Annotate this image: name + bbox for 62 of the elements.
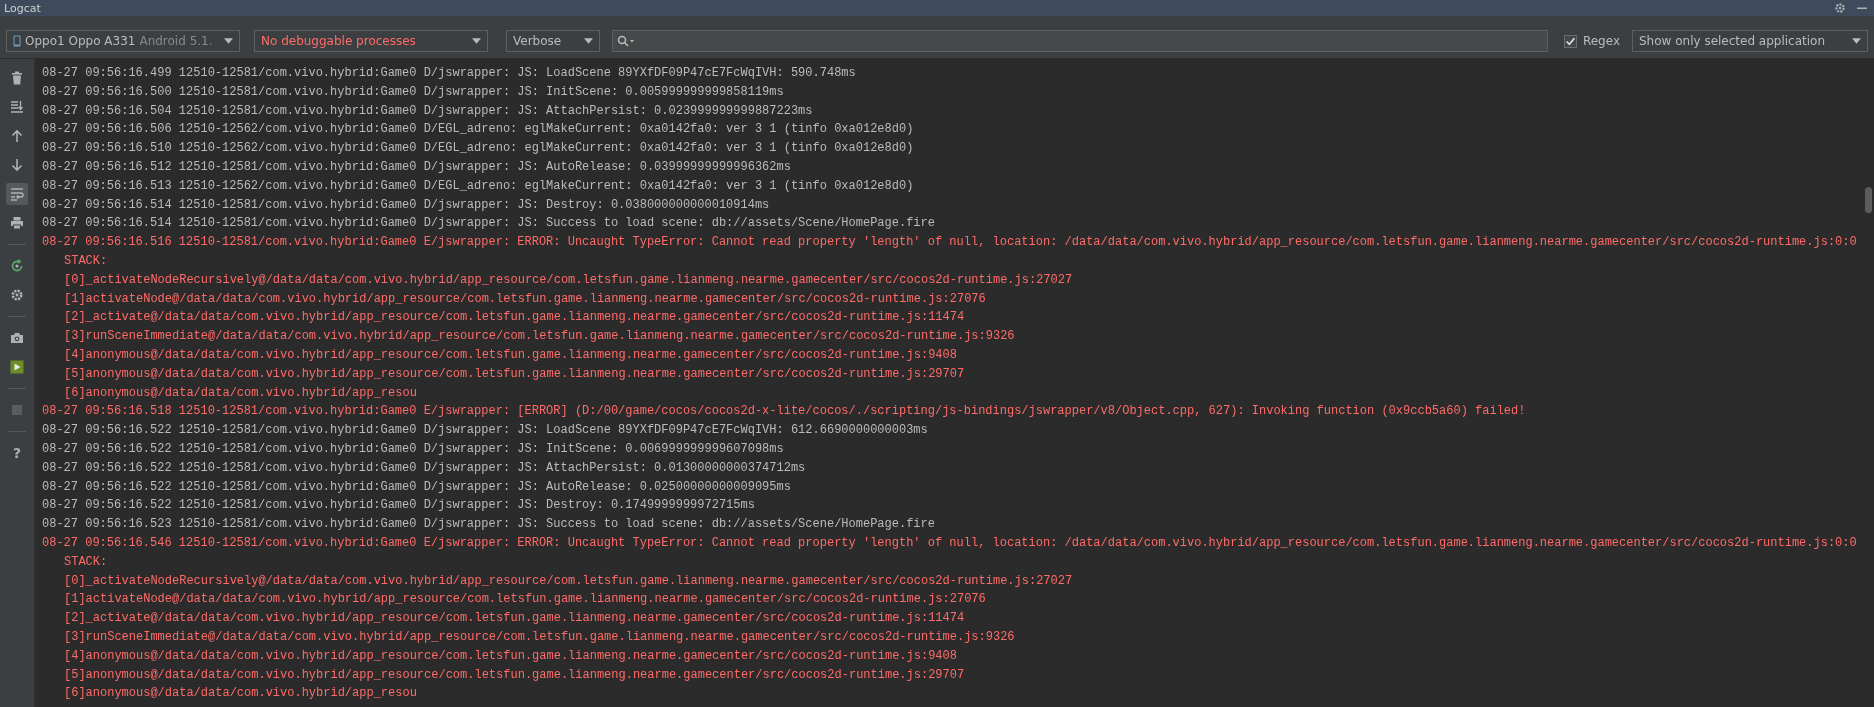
scroll-to-end-icon [10, 100, 24, 114]
log-line: 08-27 09:56:16.518 12510-12581/com.vivo.hybrid:Game0 E/jswrapper: [ERROR] (D:/00/game/cocos/cocos2d-x-lite/cocos/./scripting/js-bindings/jswrapper/v8/Object.cpp, 627): Invoking function (0x9ccb5a60) failed! [42, 403, 1526, 421]
log-line: 08-27 09:56:16.514 12510-12581/com.vivo.hybrid:Game0 D/jswrapper: JS: Destroy: 0.038000000000010914ms [42, 196, 770, 214]
trash-icon [10, 71, 24, 85]
log-line: 08-27 09:56:16.514 12510-12581/com.vivo.hybrid:Game0 D/jswrapper: JS: Success to load scene: db://assets/Scene/HomePage.fire [42, 215, 935, 233]
soft-wrap-icon [10, 187, 24, 201]
camera-icon [10, 331, 24, 345]
filter-dropdown[interactable]: Show only selected application [1632, 30, 1868, 52]
log-line: STACK: [64, 553, 108, 571]
log-line: 08-27 09:56:16.512 12510-12581/com.vivo.hybrid:Game0 D/jswrapper: JS: AutoRelease: 0.03999999999996362ms [42, 159, 791, 176]
log-line: [5]anonymous@/data/data/com.vivo.hybrid/app_resource/com.letsfun.game.lianmeng.nearme.gamecenter/src/cocos2d-runtime.js:29707 [64, 666, 965, 684]
regex-checkbox[interactable] [1563, 34, 1577, 48]
log-line: 08-27 09:56:16.513 12510-12562/com.vivo.hybrid:Game0 D/EGL_adreno: eglMakeCurrent: 0xa0142fa0: ver 3 1 (tinfo 0xa012e8d0) [42, 177, 914, 195]
stop-icon [10, 403, 24, 417]
log-line: 08-27 09:56:16.522 12510-12581/com.vivo.hybrid:Game0 D/jswrapper: JS: AutoRelease: 0.02500000000009095ms [42, 478, 791, 496]
up-arrow-icon [10, 129, 24, 143]
caret-icon [472, 38, 481, 44]
log-line: 08-27 09:56:16.522 12510-12581/com.vivo.hybrid:Game0 D/jswrapper: JS: Destroy: 0.1749999999972715ms [42, 497, 755, 515]
log-line: [1]activateNode@/data/data/com.vivo.hybrid/app_resource/com.letsfun.game.lianmeng.nearme.gamecenter/src/cocos2d-runtime.js:27076 [64, 591, 986, 609]
log-level-dropdown[interactable]: Verbose [506, 30, 600, 52]
log-line: [4]anonymous@/data/data/com.vivo.hybrid/app_resource/com.letsfun.game.lianmeng.nearme.gamecenter/src/cocos2d-runtime.js:9408 [64, 346, 957, 364]
log-line: 08-27 09:56:16.506 12510-12562/com.vivo.hybrid:Game0 D/EGL_adreno: eglMakeCurrent: 0xa0142fa0: ver 3 1 (tinfo 0xa012e8d0) [42, 121, 914, 139]
log-line: [6]anonymous@/data/data/com.vivo.hybrid/app_resou [64, 384, 417, 402]
screen-record-icon [10, 360, 24, 374]
caret-icon [1852, 38, 1861, 44]
log-line: 08-27 09:56:16.510 12510-12562/com.vivo.hybrid:Game0 D/EGL_adreno: eglMakeCurrent: 0xa0142fa0: ver 3 1 (tinfo 0xa012e8d0) [42, 140, 914, 158]
regex-label: Regex [1582, 34, 1620, 48]
search-field[interactable] [612, 30, 1548, 52]
log-line: [3]runSceneImmediate@/data/data/com.vivo.hybrid/app_resource/com.letsfun.game.lianmeng.nearme.gamecenter/src/cocos2d-runtime.js:9326 [64, 628, 1015, 646]
settings-icon[interactable] [1834, 2, 1846, 14]
log-line: [0]_activateNodeRecursively@/data/data/com.vivo.hybrid/app_resource/com.letsfun.game.lianmeng.nearme.gamecenter/src/cocos2d-runtime.js:27027 [64, 572, 1073, 590]
log-line: [2]_activate@/data/data/com.vivo.hybrid/app_resource/com.letsfun.game.lianmeng.nearme.gamecenter/src/cocos2d-runtime.js:11474 [64, 610, 965, 628]
log-line: [4]anonymous@/data/data/com.vivo.hybrid/app_resource/com.letsfun.game.lianmeng.nearme.gamecenter/src/cocos2d-runtime.js:9408 [64, 647, 957, 665]
log-line: [2]_activate@/data/data/com.vivo.hybrid/app_resource/com.letsfun.game.lianmeng.nearme.gamecenter/src/cocos2d-runtime.js:11474 [64, 309, 965, 327]
log-line: 08-27 09:56:16.522 12510-12581/com.vivo.hybrid:Game0 D/jswrapper: JS: AttachPersist: 0.01300000000374712ms [42, 459, 806, 477]
log-line: 08-27 09:56:16.516 12510-12581/com.vivo.hybrid:Game0 E/jswrapper: ERROR: Uncaught TypeError: Cannot read property 'length' of null, location: /data/data/com.vivo.hybrid/app_resource/com.letsfun.game.lianmeng.nearme.gamecenter/src/cocos2d-runtime.js:0:0 [42, 234, 1857, 252]
log-line: 08-27 09:56:16.500 12510-12581/com.vivo.hybrid:Game0 D/jswrapper: JS: InitScene: 0.005999999999858119ms [42, 83, 784, 101]
printer-icon [10, 216, 24, 230]
caret-icon [584, 38, 593, 44]
log-line: [1]activateNode@/data/data/com.vivo.hybrid/app_resource/com.letsfun.game.lianmeng.nearme.gamecenter/src/cocos2d-runtime.js:27076 [64, 290, 986, 308]
device-dropdown[interactable]: Oppo1 Oppo A331 Android 5.1. [6, 30, 240, 52]
log-line: 08-27 09:56:16.504 12510-12581/com.vivo.hybrid:Game0 D/jswrapper: JS: AttachPersist: 0.023999999999887223ms [42, 102, 813, 120]
down-arrow-icon [10, 158, 24, 172]
phone-icon [13, 35, 21, 47]
restart-icon [10, 259, 24, 273]
scrollbar-thumb[interactable] [1865, 187, 1872, 213]
caret-icon [224, 38, 233, 44]
log-line: 08-27 09:56:16.522 12510-12581/com.vivo.hybrid:Game0 D/jswrapper: JS: InitScene: 0.006999999999607098ms [42, 440, 784, 458]
log-line: [3]runSceneImmediate@/data/data/com.vivo.hybrid/app_resource/com.letsfun.game.lianmeng.nearme.gamecenter/src/cocos2d-runtime.js:9326 [64, 328, 1015, 346]
panel-title: Logcat [4, 1, 41, 15]
log-line: 08-27 09:56:16.522 12510-12581/com.vivo.hybrid:Game0 D/jswrapper: JS: LoadScene 89YXfDF09P47cE7FcWqIVH: 612.6690000000003ms [42, 422, 928, 440]
search-icon [617, 35, 635, 47]
log-line: 08-27 09:56:16.523 12510-12581/com.vivo.hybrid:Game0 D/jswrapper: JS: Success to load scene: db://assets/Scene/HomePage.fire [42, 516, 935, 534]
log-line: [6]anonymous@/data/data/com.vivo.hybrid/app_resou [64, 685, 417, 703]
log-line: 08-27 09:56:16.546 12510-12581/com.vivo.hybrid:Game0 E/jswrapper: ERROR: Uncaught TypeError: Cannot read property 'length' of null, location: /data/data/com.vivo.hybrid/app_resource/com.letsfun.game.lianmeng.nearme.gamecenter/src/cocos2d-runtime.js:0:0 [42, 534, 1857, 552]
settings-icon [10, 288, 24, 302]
log-line: [0]_activateNodeRecursively@/data/data/com.vivo.hybrid/app_resource/com.letsfun.game.lianmeng.nearme.gamecenter/src/cocos2d-runtime.js:27027 [64, 271, 1073, 289]
process-dropdown[interactable]: No debuggable processes [254, 30, 488, 52]
tool-button[interactable]: ? [6, 442, 28, 464]
log-line: 08-27 09:56:16.499 12510-12581/com.vivo.hybrid:Game0 D/jswrapper: JS: LoadScene 89YXfDF09P47cE7FcWqIVH: 590.748ms [42, 65, 856, 82]
log-line: STACK: [64, 252, 108, 270]
log-line: [5]anonymous@/data/data/com.vivo.hybrid/app_resource/com.letsfun.game.lianmeng.nearme.gamecenter/src/cocos2d-runtime.js:29707 [64, 365, 965, 383]
